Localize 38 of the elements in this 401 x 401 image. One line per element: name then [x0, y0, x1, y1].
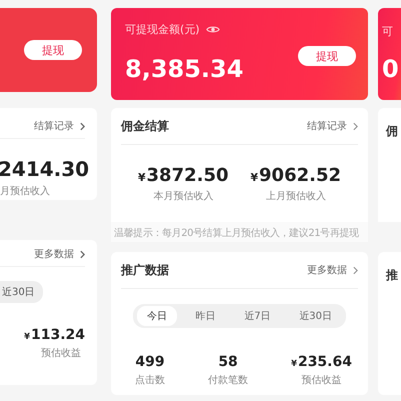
- income-label: 本月预估收入: [153, 190, 214, 203]
- section-title: 推: [386, 268, 398, 282]
- income-value: ¥3872.50: [138, 165, 228, 186]
- stat-value: ¥235.64: [291, 354, 352, 370]
- income-label: 上月预估收入: [266, 190, 326, 203]
- more-data-link[interactable]: 更多数据: [307, 263, 347, 277]
- tip-text: 温馨提示：每月20号结算上月预估收入，建议21号再提现: [111, 222, 368, 242]
- eye-icon[interactable]: [206, 25, 220, 34]
- withdraw-button[interactable]: 提现: [298, 46, 356, 66]
- range-tab[interactable]: 昨日: [186, 306, 226, 326]
- section-title: 佣金结算: [121, 118, 170, 134]
- earnings-value: ¥113.24: [24, 327, 85, 343]
- stat-label: 预估收益: [302, 374, 342, 387]
- range-tab[interactable]: 近7日: [234, 306, 281, 326]
- stat-value: 58: [218, 354, 238, 370]
- earnings-label: 预估收益: [41, 347, 81, 360]
- stat-label: 点击数: [135, 374, 165, 387]
- settlement-link[interactable]: 结算记录: [34, 119, 74, 133]
- withdraw-button[interactable]: 提现: [24, 40, 82, 60]
- range-tab[interactable]: 今日: [137, 306, 177, 326]
- chevron-right-icon: [80, 122, 85, 130]
- balance-label: 可: [382, 24, 394, 39]
- settlement-link[interactable]: 结算记录: [307, 119, 347, 133]
- section-title: 佣: [386, 124, 398, 138]
- balance-amount: 8,385.34: [125, 55, 244, 83]
- chevron-right-icon: [353, 266, 358, 274]
- balance-label: 可提现金额(元): [125, 22, 200, 37]
- balance-amount: 0: [382, 55, 400, 83]
- chevron-right-icon: [80, 250, 85, 258]
- chevron-right-icon: [353, 122, 358, 130]
- section-title: 推广数据: [121, 262, 170, 278]
- income-value: ¥9062.52: [250, 165, 341, 186]
- amount-label: 月预估收入: [0, 184, 51, 198]
- stat-label: 付款笔数: [208, 374, 248, 387]
- range-tab[interactable]: 近30日: [289, 306, 342, 326]
- stat-value: 499: [135, 354, 165, 370]
- range-tab[interactable]: 近30日: [0, 281, 43, 303]
- more-data-link[interactable]: 更多数据: [34, 247, 74, 261]
